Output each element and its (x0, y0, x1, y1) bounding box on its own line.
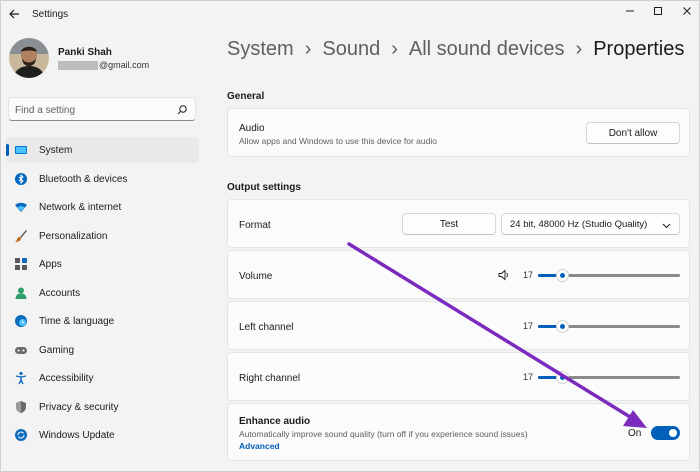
format-selected-value: 24 bit, 48000 Hz (Studio Quality) (510, 219, 648, 230)
enhance-audio-state-label: On (628, 428, 642, 439)
left-channel-slider-thumb[interactable] (556, 320, 569, 333)
right-channel-slider-thumb[interactable] (556, 371, 569, 384)
sidebar-item-network[interactable]: Network & internet (6, 194, 199, 220)
sidebar-item-label: Network & internet (39, 202, 122, 213)
right-channel-value: 17 (523, 372, 534, 382)
sidebar-item-label: Accounts (39, 287, 81, 299)
settings-window: Settings Panki Shah @gmail.com Find a se… (0, 0, 700, 472)
sidebar-item-label: Bluetooth & devices (39, 173, 128, 185)
chevron-down-icon (662, 221, 671, 230)
sidebar-item-personalization[interactable]: Personalization (6, 223, 199, 249)
update-icon (14, 428, 28, 442)
search-input[interactable] (15, 103, 175, 117)
speaker-icon[interactable] (498, 268, 510, 281)
sidebar-item-label: Privacy & security (39, 401, 119, 413)
email-suffix: @gmail.com (99, 60, 150, 70)
enhance-audio-title: Enhance audio (239, 416, 311, 427)
brush-icon (14, 229, 28, 243)
sidebar-item-accounts[interactable]: Accounts (6, 280, 199, 306)
breadcrumb-sound[interactable]: Sound (322, 38, 380, 61)
breadcrumb-separator: › (391, 38, 398, 60)
minimize-icon[interactable] (619, 3, 641, 19)
title-bar: Settings (1, 1, 700, 29)
enhance-audio-toggle[interactable] (651, 426, 680, 440)
apps-icon (14, 257, 28, 271)
breadcrumb-system[interactable]: System (227, 38, 294, 61)
volume-card: Volume 17 (227, 250, 690, 299)
email-redaction (58, 60, 98, 70)
sidebar-item-windows-update[interactable]: Windows Update (6, 422, 199, 448)
sidebar-item-time-language[interactable]: Time & language (6, 308, 199, 334)
breadcrumb-separator: › (304, 38, 312, 60)
profile-email: @gmail.com (58, 60, 149, 70)
sidebar-item-label: Accessibility (39, 373, 94, 384)
right-channel-slider[interactable] (538, 371, 680, 384)
profile-name: Panki Shah (58, 47, 112, 58)
sidebar-item-label: Windows Update (39, 430, 115, 441)
bluetooth-icon (14, 172, 28, 186)
accounts-icon (14, 286, 28, 300)
left-channel-card: Left channel 17 (227, 301, 690, 350)
window-title: Settings (32, 9, 69, 20)
system-icon (14, 143, 28, 157)
section-general-heading: General (227, 91, 265, 102)
sidebar-item-label: Personalization (39, 230, 108, 242)
breadcrumb-all-sound-devices[interactable]: All sound devices (409, 38, 565, 61)
sidebar-item-label: Gaming (39, 344, 75, 356)
sidebar-item-label: System (39, 145, 73, 156)
back-arrow-icon[interactable] (7, 7, 21, 21)
search-box[interactable] (8, 97, 196, 121)
section-output-heading: Output settings (227, 182, 301, 193)
volume-slider[interactable] (538, 269, 680, 282)
breadcrumb-separator: › (575, 38, 583, 60)
format-title: Format (239, 220, 271, 231)
gaming-icon (14, 343, 28, 357)
close-icon[interactable] (676, 3, 698, 19)
audio-subtitle: Allow apps and Windows to use this devic… (239, 136, 437, 146)
right-channel-card: Right channel 17 (227, 352, 690, 401)
sidebar-item-accessibility[interactable]: Accessibility (6, 365, 199, 391)
avatar[interactable] (9, 38, 49, 78)
audio-title: Audio (239, 123, 265, 134)
enhance-audio-subtitle: Automatically improve sound quality (tur… (239, 429, 528, 439)
sidebar-item-privacy[interactable]: Privacy & security (6, 394, 199, 420)
maximize-icon[interactable] (647, 3, 669, 19)
toggle-knob (669, 429, 677, 437)
left-channel-value: 17 (523, 321, 534, 331)
audio-card: Audio Allow apps and Windows to use this… (227, 108, 690, 157)
breadcrumb: System › Sound › All sound devices › Pro… (227, 38, 684, 61)
sidebar-item-system[interactable]: System (6, 137, 199, 163)
page-title: Properties (593, 38, 685, 60)
globe-icon (14, 314, 28, 328)
accessibility-icon (14, 371, 28, 385)
network-icon (14, 200, 28, 214)
sidebar-nav: System Bluetooth & devices Network & int… (6, 137, 199, 451)
right-channel-title: Right channel (239, 373, 301, 384)
volume-value: 17 (523, 270, 534, 280)
test-button[interactable]: Test (402, 213, 496, 235)
shield-icon (14, 400, 28, 414)
left-channel-title: Left channel (239, 322, 294, 333)
left-channel-slider[interactable] (538, 320, 680, 333)
volume-title: Volume (239, 271, 273, 282)
enhance-audio-card: Enhance audio Automatically improve soun… (227, 403, 690, 461)
volume-slider-thumb[interactable] (556, 269, 569, 282)
sidebar-item-bluetooth[interactable]: Bluetooth & devices (6, 166, 199, 192)
search-icon[interactable] (176, 103, 188, 115)
sidebar-item-label: Apps (39, 259, 62, 270)
dont-allow-button[interactable]: Don't allow (586, 122, 680, 144)
format-card: Format Test 24 bit, 48000 Hz (Studio Qua… (227, 199, 690, 248)
format-dropdown[interactable]: 24 bit, 48000 Hz (Studio Quality) (501, 213, 680, 235)
sidebar-item-label: Time & language (39, 316, 115, 327)
sidebar-item-apps[interactable]: Apps (6, 251, 199, 277)
advanced-link[interactable]: Advanced (239, 441, 280, 451)
sidebar-item-gaming[interactable]: Gaming (6, 337, 199, 363)
